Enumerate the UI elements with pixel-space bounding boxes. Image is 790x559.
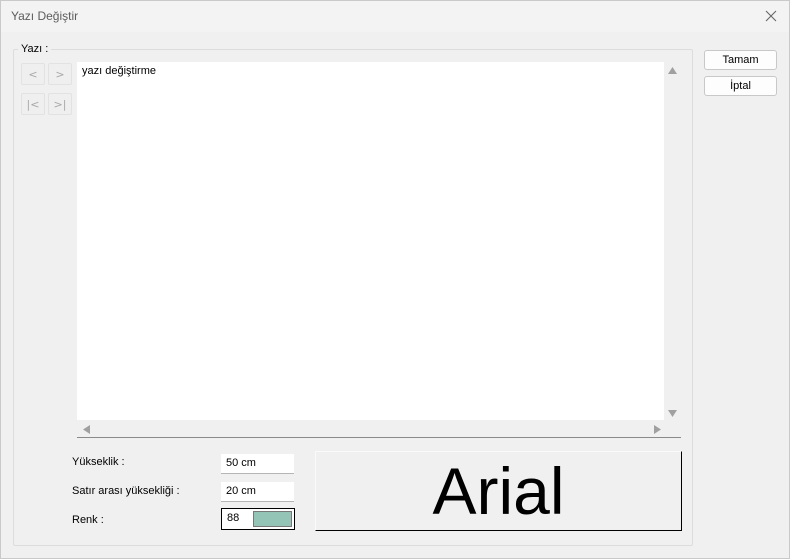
text-editor-value: yazı değiştirme — [82, 65, 156, 77]
color-value: 88 — [227, 512, 240, 524]
line-height-label: Satır arası yüksekliği : — [72, 485, 180, 497]
close-icon — [765, 10, 777, 22]
scroll-left-icon[interactable] — [83, 425, 90, 434]
height-label: Yükseklik : — [72, 456, 125, 468]
prev-button[interactable]: < — [21, 63, 45, 85]
color-picker[interactable]: 88 — [221, 508, 295, 530]
scroll-right-icon[interactable] — [654, 425, 661, 434]
next-button[interactable]: > — [48, 63, 72, 85]
height-input[interactable]: 50 cm — [221, 454, 294, 474]
group-label: Yazı : — [18, 43, 52, 55]
first-button[interactable]: |< — [21, 93, 45, 115]
text-editor[interactable]: yazı değiştirme — [77, 62, 681, 438]
window-title: Yazı Değiştir — [11, 9, 79, 23]
line-height-input[interactable]: 20 cm — [221, 482, 294, 502]
font-preview-text: Arial — [432, 454, 565, 528]
font-preview[interactable]: Arial — [315, 451, 682, 531]
close-button[interactable] — [759, 5, 783, 27]
dialog-window: Yazı Değiştir Yazı : < > |< >| yazı deği… — [0, 0, 790, 559]
horizontal-scrollbar[interactable] — [77, 420, 664, 437]
ok-button[interactable]: Tamam — [704, 50, 777, 70]
cancel-button[interactable]: İptal — [704, 76, 777, 96]
color-swatch — [253, 511, 292, 527]
color-label: Renk : — [72, 514, 104, 526]
title-bar: Yazı Değiştir — [1, 1, 789, 32]
vertical-scrollbar[interactable] — [664, 62, 681, 421]
last-button[interactable]: >| — [48, 93, 72, 115]
scroll-corner — [664, 420, 681, 437]
scroll-up-icon[interactable] — [668, 67, 677, 74]
scroll-down-icon[interactable] — [668, 410, 677, 417]
